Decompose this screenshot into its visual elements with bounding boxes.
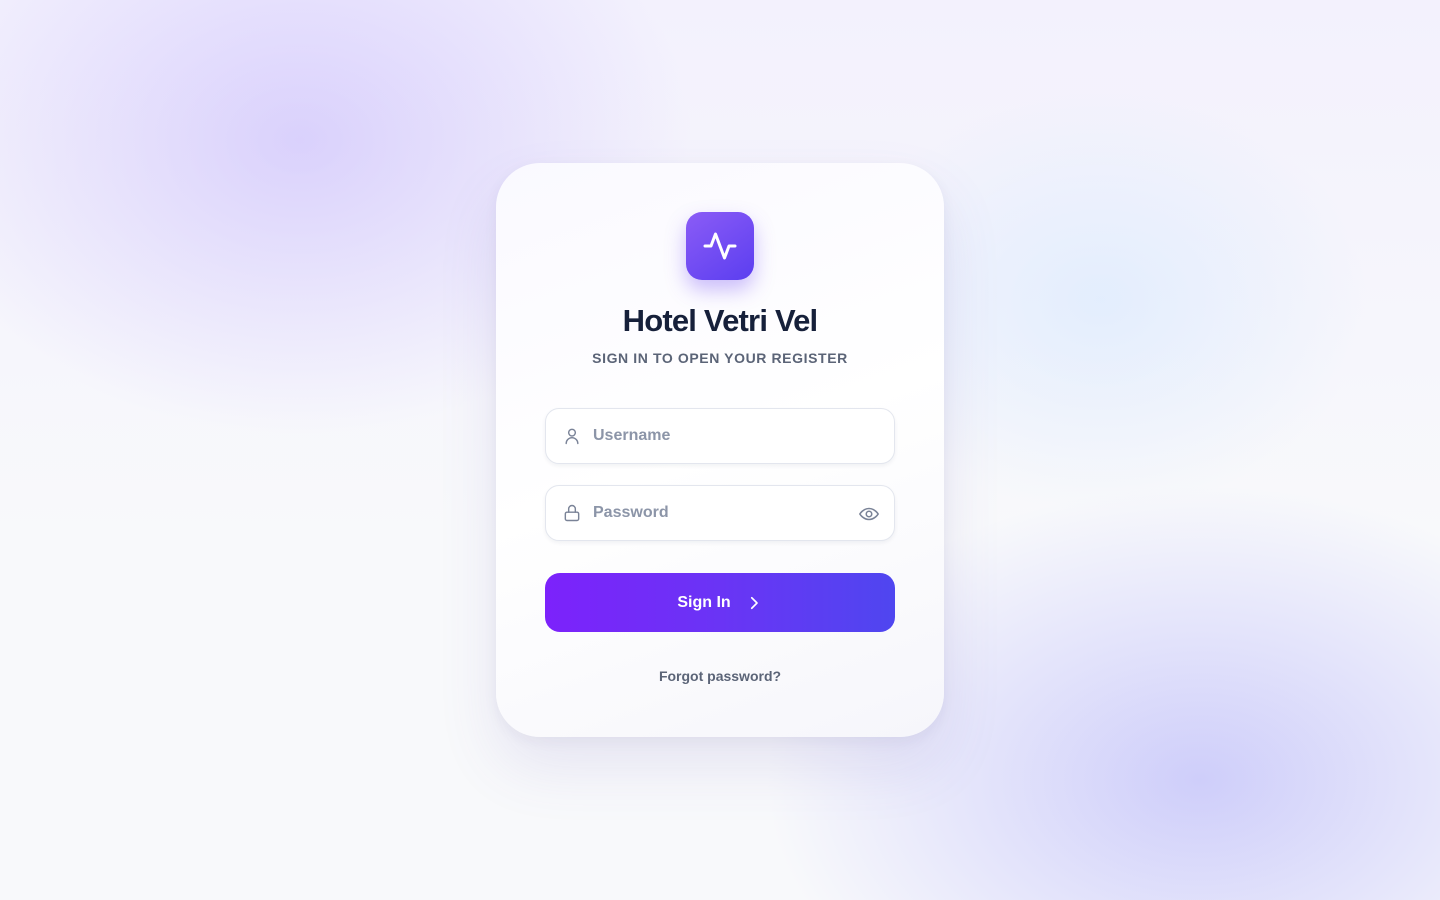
username-field[interactable] <box>545 408 895 464</box>
forgot-password-link[interactable]: Forgot password? <box>496 668 944 684</box>
user-icon <box>565 428 579 445</box>
eye-icon[interactable] <box>858 503 880 525</box>
app-title: Hotel Vetri Vel <box>622 303 819 338</box>
username-input[interactable] <box>593 409 843 463</box>
login-card: Hotel Vetri Vel SIGN IN TO OPEN YOUR REG… <box>496 163 944 737</box>
pulse-icon <box>703 232 737 260</box>
chevron-right-icon <box>750 596 758 609</box>
password-field[interactable] <box>545 485 895 541</box>
password-input[interactable] <box>593 486 843 540</box>
sign-in-label: Sign In <box>677 593 731 611</box>
app-subtitle: SIGN IN TO OPEN YOUR REGISTER <box>592 350 848 366</box>
lock-icon <box>564 504 580 522</box>
app-logo <box>686 212 754 280</box>
sign-in-button[interactable]: Sign In <box>545 573 895 632</box>
